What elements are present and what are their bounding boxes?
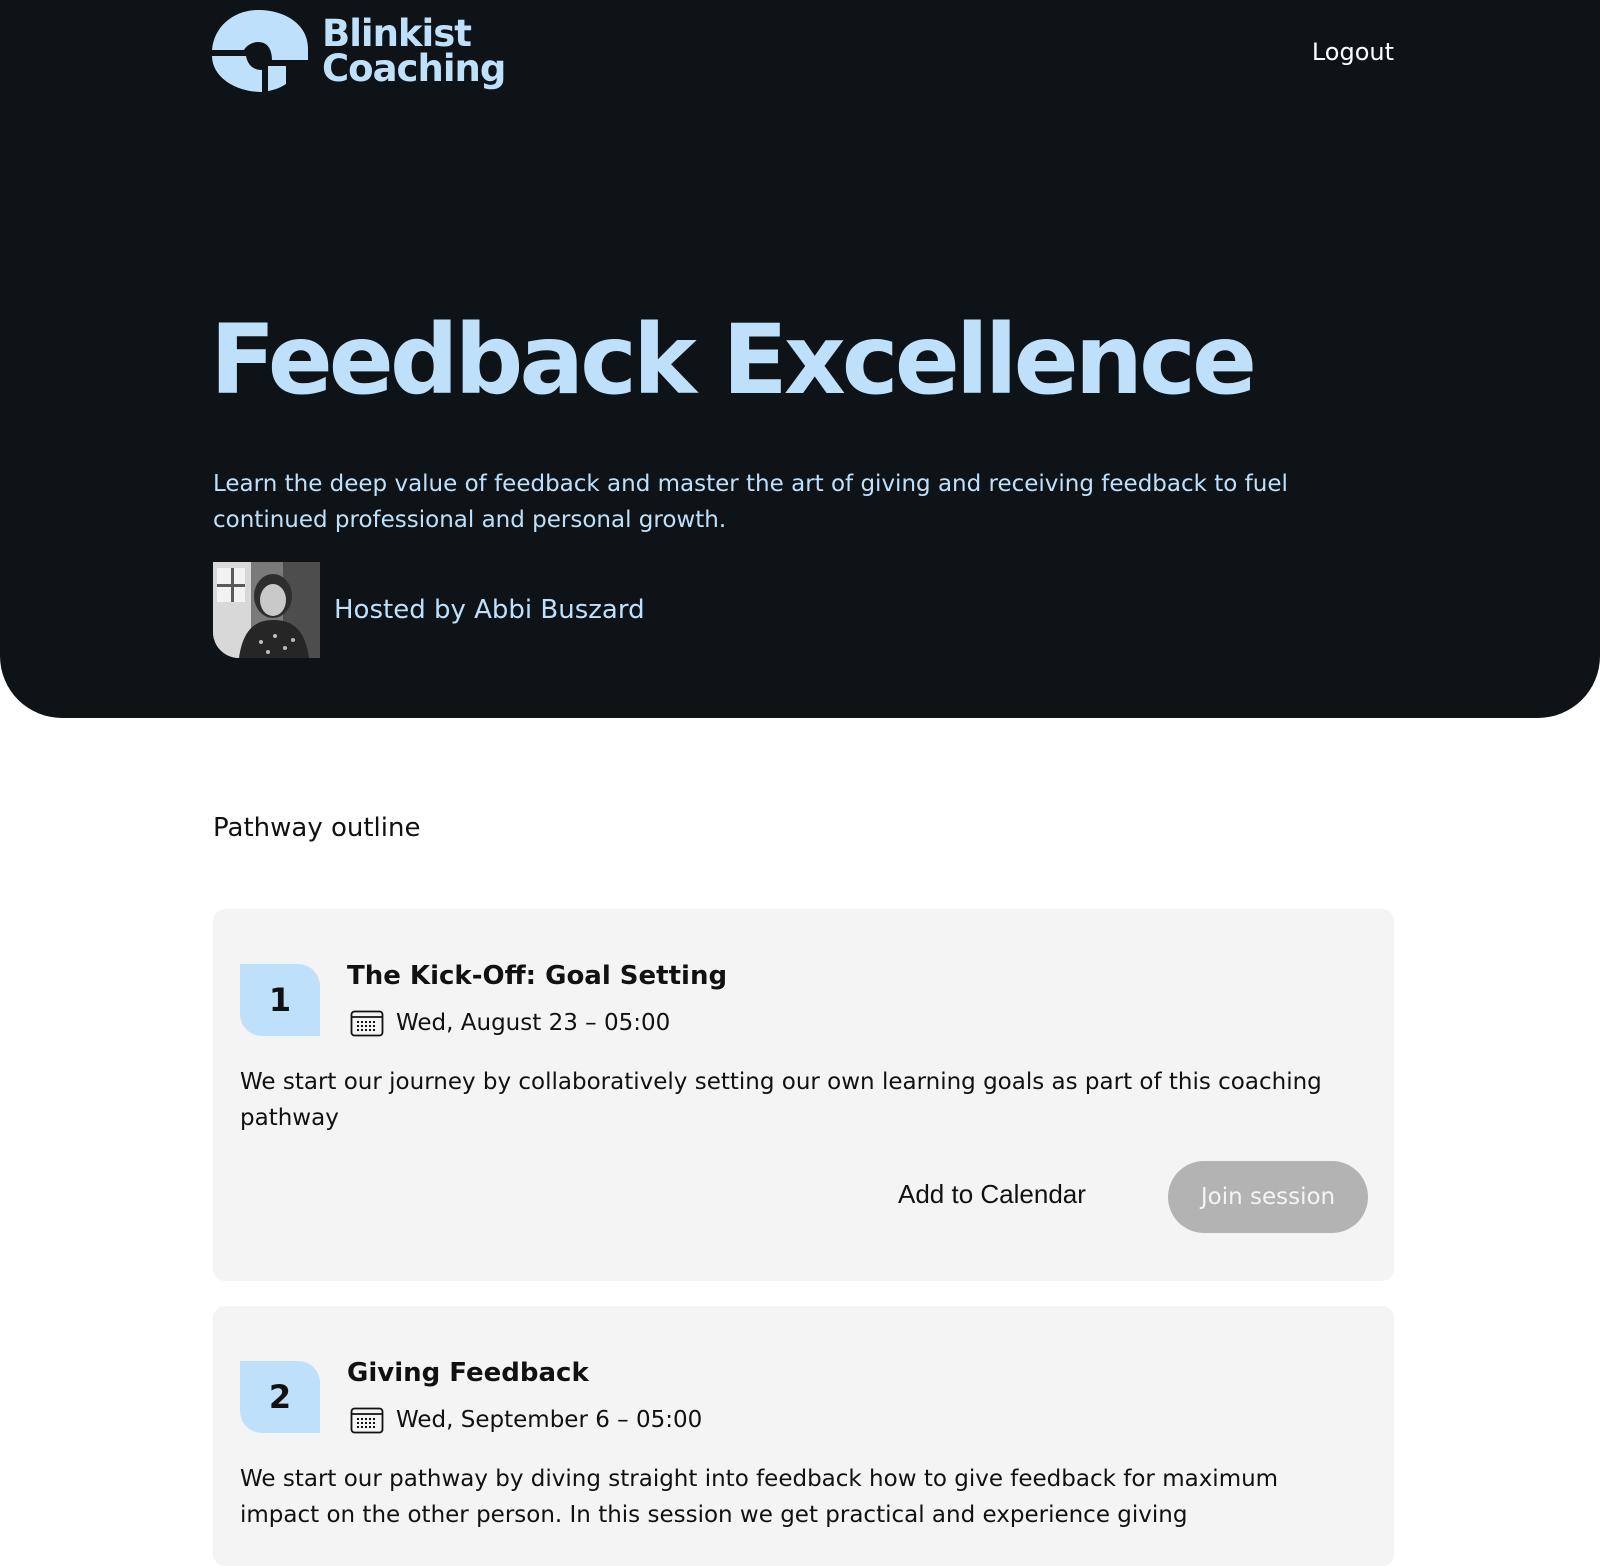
blinkist-logo-icon: [212, 10, 308, 92]
session-title: Giving Feedback: [347, 1358, 589, 1388]
session-date-text: Wed, August 23 – 05:00: [396, 1010, 671, 1036]
session-number-badge: 1: [240, 964, 320, 1036]
session-card: 2 Giving Feedback Wed, September 6 – 05:…: [213, 1306, 1394, 1566]
session-description: We start our pathway by diving straight …: [240, 1466, 1279, 1528]
add-to-calendar-button[interactable]: Add to Calendar: [898, 1179, 1086, 1210]
session-date: Wed, August 23 – 05:00: [350, 1009, 670, 1037]
session-description: We start our journey by collaboratively …: [240, 1069, 1322, 1131]
session-card: 1 The Kick-Off: Goal Setting Wed, August…: [213, 909, 1394, 1281]
logout-link[interactable]: Logout: [1312, 38, 1394, 66]
hero-section: Blinkist Coaching Logout Feedback Excell…: [0, 0, 1600, 718]
section-title: Pathway outline: [213, 813, 421, 843]
session-date: Wed, September 6 – 05:00: [350, 1406, 702, 1434]
host-name: Hosted by Abbi Buszard: [334, 595, 645, 625]
logo[interactable]: Blinkist Coaching: [212, 10, 506, 92]
calendar-icon: [350, 1010, 384, 1037]
calendar-icon: [350, 1407, 384, 1434]
logo-line-1: Blinkist: [322, 12, 472, 55]
host-avatar: [213, 562, 320, 658]
logo-text: Blinkist Coaching: [322, 12, 506, 90]
host-info: Hosted by Abbi Buszard: [213, 562, 645, 658]
logo-line-2: Coaching: [322, 47, 506, 90]
session-date-text: Wed, September 6 – 05:00: [396, 1407, 703, 1433]
page-title: Feedback Excellence: [210, 304, 1257, 416]
pathway-description: Learn the deep value of feedback and mas…: [213, 471, 1288, 533]
join-session-button[interactable]: Join session: [1168, 1161, 1368, 1233]
session-title: The Kick-Off: Goal Setting: [347, 961, 728, 991]
session-number-badge: 2: [240, 1361, 320, 1433]
